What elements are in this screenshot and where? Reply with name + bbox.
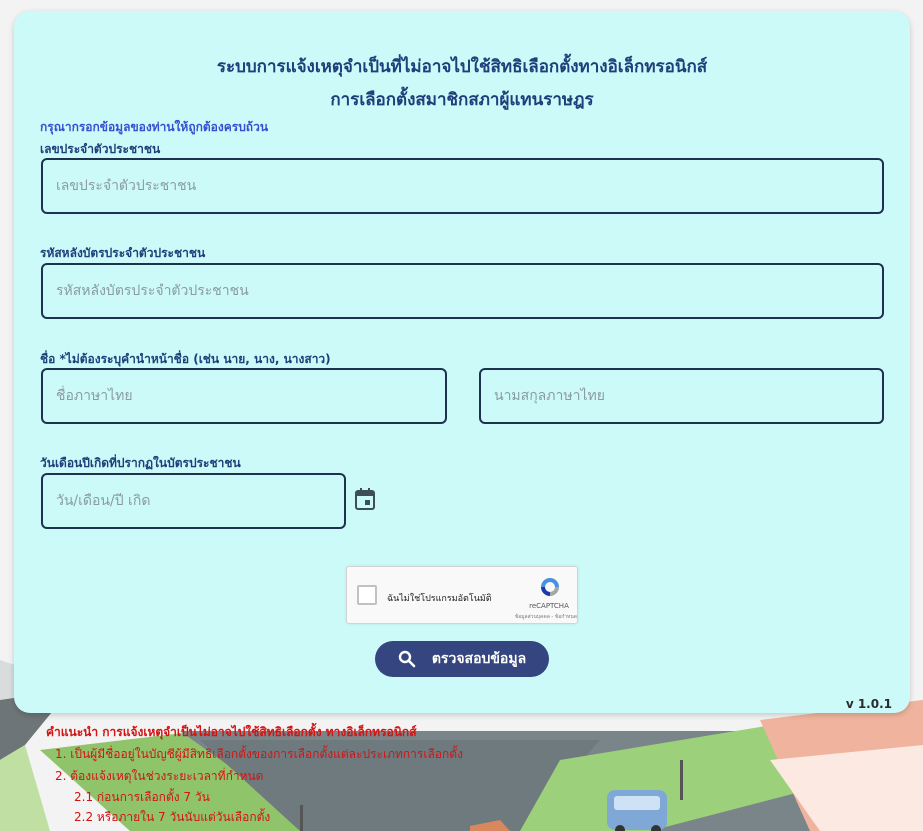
dob-label: วันเดือนปีเกิดที่ปรากฏในบัตรประชาชน	[40, 456, 241, 470]
page-subtitle: การเลือกตั้งสมาชิกสภาผู้แทนราษฎร	[330, 90, 594, 110]
recaptcha-links[interactable]: ข้อมูลส่วนบุคคล - ข้อกำหนด	[497, 613, 577, 621]
firstname-input[interactable]	[41, 368, 447, 424]
laser-code-label: รหัสหลังบัตรประจำตัวประชาชน	[40, 246, 206, 260]
form-card: ระบบการแจ้งเหตุจำเป็นที่ไม่อาจไปใช้สิทธิ…	[14, 11, 910, 713]
dob-input[interactable]	[41, 473, 346, 529]
notes-heading: คำแนะนำ การแจ้งเหตุจำเป็นไม่อาจไปใช้สิทธ…	[46, 725, 417, 739]
verify-button-label: ตรวจสอบข้อมูล	[431, 651, 527, 667]
laser-code-input[interactable]	[41, 263, 884, 319]
recaptcha-brand: reCAPTCHA	[529, 602, 569, 610]
verify-button[interactable]: ตรวจสอบข้อมูล	[375, 641, 549, 677]
page-title: ระบบการแจ้งเหตุจำเป็นที่ไม่อาจไปใช้สิทธิ…	[216, 57, 708, 77]
version-label: v 1.0.1	[845, 697, 892, 711]
notes-item-2: 2. ต้องแจ้งเหตุในช่วงระยะเวลาที่กำหนด	[55, 769, 264, 783]
id-number-input[interactable]	[41, 158, 884, 214]
notes-item-2-1: 2.1 ก่อนการเลือกตั้ง 7 วัน	[74, 790, 210, 804]
recaptcha-checkbox[interactable]	[357, 585, 377, 605]
search-icon	[398, 650, 416, 668]
calendar-icon[interactable]	[355, 488, 375, 510]
name-label: ชื่อ *ไม่ต้องระบุคำนำหน้าชื่อ (เช่น นาย,…	[40, 352, 331, 366]
recaptcha-label: ฉันไม่ใช่โปรแกรมอัตโนมัติ	[387, 594, 492, 604]
id-label: เลขประจำตัวประชาชน	[40, 142, 161, 156]
notes-item-2-2: 2.2 หรือภายใน 7 วันนับแต่วันเลือกตั้ง	[74, 810, 271, 824]
lastname-input[interactable]	[479, 368, 884, 424]
notes-item-1: 1. เป็นผู้มีชื่ออยู่ในบัญชีผู้มีสิทธิเลื…	[55, 747, 463, 761]
recaptcha-widget: ฉันไม่ใช่โปรแกรมอัตโนมัติ reCAPTCHA ข้อม…	[346, 566, 578, 624]
recaptcha-logo-icon	[541, 578, 559, 596]
instruction-text: กรุณากรอกข้อมูลของท่านให้ถูกต้องครบถ้วน	[40, 120, 269, 134]
